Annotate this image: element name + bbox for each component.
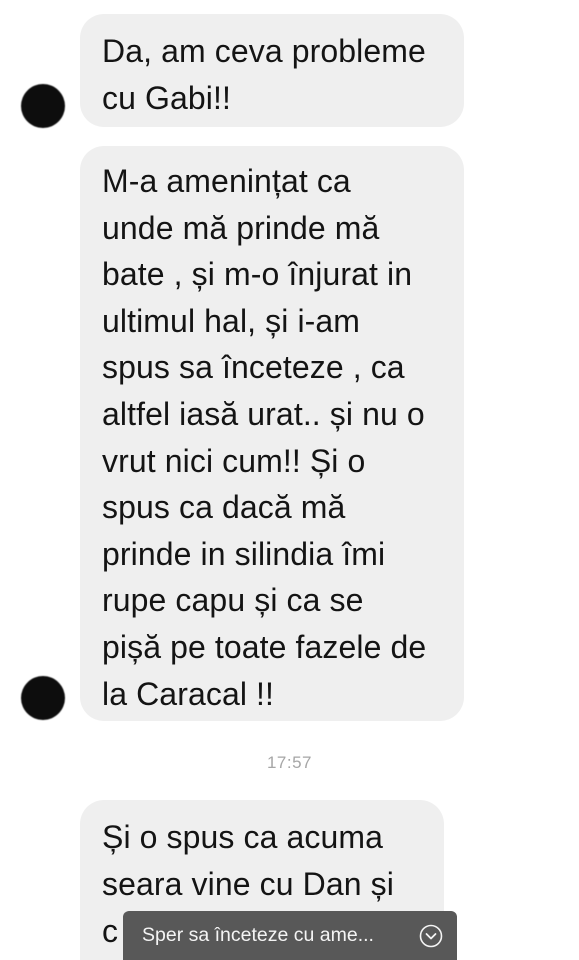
message-bubble[interactable]: Da, am ceva probleme cu Gabi!! <box>80 14 464 127</box>
message-timestamp: 17:57 <box>266 753 313 772</box>
chevron-down-circle-icon[interactable] <box>419 924 443 948</box>
message-bubble[interactable]: M-a amenințat ca unde mă prinde mă bate … <box>80 146 464 721</box>
contact-avatar[interactable] <box>21 676 65 720</box>
message-thread: Da, am ceva probleme cu Gabi!! M-a ameni… <box>0 0 579 960</box>
preview-text: Sper sa înceteze cu ame... <box>142 924 374 946</box>
new-message-preview-bar[interactable]: Sper sa înceteze cu ame... <box>123 911 457 960</box>
contact-avatar[interactable] <box>21 84 65 128</box>
